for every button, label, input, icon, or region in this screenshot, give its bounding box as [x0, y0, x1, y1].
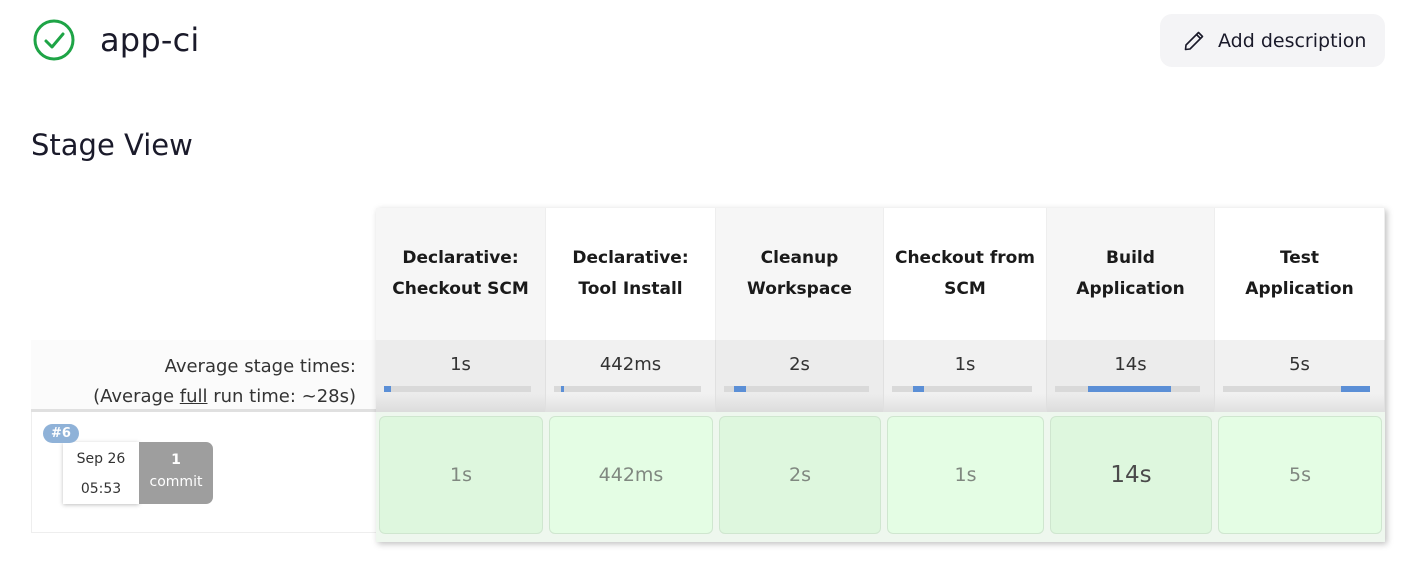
stage-duration-bar — [554, 386, 701, 392]
commits-button[interactable]: 1 commit — [139, 442, 213, 504]
stage-header: Declarative: Checkout SCM — [376, 208, 546, 340]
avg-full-run-text: (Average full run time: ~28s) — [31, 382, 356, 412]
stage-duration-fill — [1340, 386, 1370, 392]
build-date-day: Sep 26 — [76, 451, 126, 467]
stage-average-time: 14s — [1114, 354, 1147, 375]
stage-duration-bar — [1055, 386, 1200, 392]
commit-count: 1 — [171, 452, 181, 468]
stage-duration-bar — [384, 386, 531, 392]
build-number-badge[interactable]: #6 — [43, 424, 79, 443]
stage-header: Declarative: Tool Install — [546, 208, 716, 340]
stage-header: Cleanup Workspace — [716, 208, 884, 340]
add-description-label: Add description — [1218, 29, 1367, 52]
stage-result-duration[interactable]: 5s — [1218, 416, 1382, 534]
stage-result-cell[interactable]: 14s — [1047, 416, 1215, 538]
check-circle-icon — [33, 19, 75, 61]
stage-header: Checkout from SCM — [884, 208, 1047, 340]
stage-header: Test Application — [1215, 208, 1385, 340]
stage-duration-fill — [734, 386, 746, 392]
stage-result-cell[interactable]: 442ms — [546, 416, 716, 538]
stage-header: Build Application — [1047, 208, 1215, 340]
stage-average-time: 5s — [1289, 354, 1310, 375]
stage-result-cell[interactable]: 1s — [884, 416, 1047, 538]
stage-result-duration[interactable]: 2s — [719, 416, 881, 534]
stage-average-time: 1s — [954, 354, 976, 375]
stage-average: 1s — [884, 340, 1047, 412]
add-description-button[interactable]: Add description — [1160, 14, 1385, 67]
stage-view-table: Declarative: Checkout SCM Declarative: To… — [376, 208, 1385, 542]
pencil-icon — [1184, 31, 1204, 50]
stage-average-time: 2s — [789, 354, 810, 375]
stage-average: 5s — [1215, 340, 1385, 412]
avg-stage-times-text: Average stage times: — [164, 356, 356, 377]
stage-summary-panel: Average stage times: (Average full run t… — [31, 340, 376, 533]
avg-full-suffix: run time: ~28s) — [207, 386, 356, 407]
average-times-label: Average stage times: (Average full run t… — [31, 340, 376, 412]
build-row-label: #6 Sep 26 05:53 1 commit — [31, 412, 376, 533]
stage-result-cell[interactable]: 2s — [716, 416, 884, 538]
job-title: app-ci — [100, 21, 200, 59]
stage-duration-bar — [724, 386, 869, 392]
stage-duration-fill — [384, 386, 392, 392]
stage-view-title: Stage View — [31, 128, 193, 162]
stage-average: 442ms — [546, 340, 716, 412]
stage-result-cell[interactable]: 5s — [1215, 416, 1385, 538]
build-date: Sep 26 05:53 — [63, 442, 139, 504]
build-date-time: 05:53 — [80, 481, 122, 497]
stage-duration-bar — [892, 386, 1032, 392]
stage-average: 2s — [716, 340, 884, 412]
stage-header-row: Declarative: Checkout SCM Declarative: To… — [376, 208, 1385, 340]
full-run-link[interactable]: full — [180, 386, 208, 407]
stage-result-duration[interactable]: 1s — [379, 416, 543, 534]
stage-average-time: 1s — [450, 354, 471, 375]
stage-average-time: 442ms — [599, 354, 662, 375]
stage-average: 14s — [1047, 340, 1215, 412]
stage-average-row: 1s 442ms 2s 1s 14s 5s — [376, 340, 1385, 412]
stage-duration-fill — [913, 386, 925, 392]
build-result-row: 1s 442ms 2s 1s 14s 5s — [376, 412, 1385, 542]
stage-duration-fill — [561, 386, 564, 392]
stage-result-duration[interactable]: 442ms — [549, 416, 713, 534]
stage-average: 1s — [376, 340, 546, 412]
stage-result-duration[interactable]: 1s — [887, 416, 1044, 534]
stage-result-duration[interactable]: 14s — [1050, 416, 1212, 534]
job-header: app-ci — [32, 18, 199, 62]
stage-duration-fill — [1088, 386, 1171, 392]
avg-full-prefix: (Average — [93, 386, 180, 407]
commit-label: commit — [149, 474, 203, 490]
stage-duration-bar — [1223, 386, 1370, 392]
stage-result-cell[interactable]: 1s — [376, 416, 546, 538]
